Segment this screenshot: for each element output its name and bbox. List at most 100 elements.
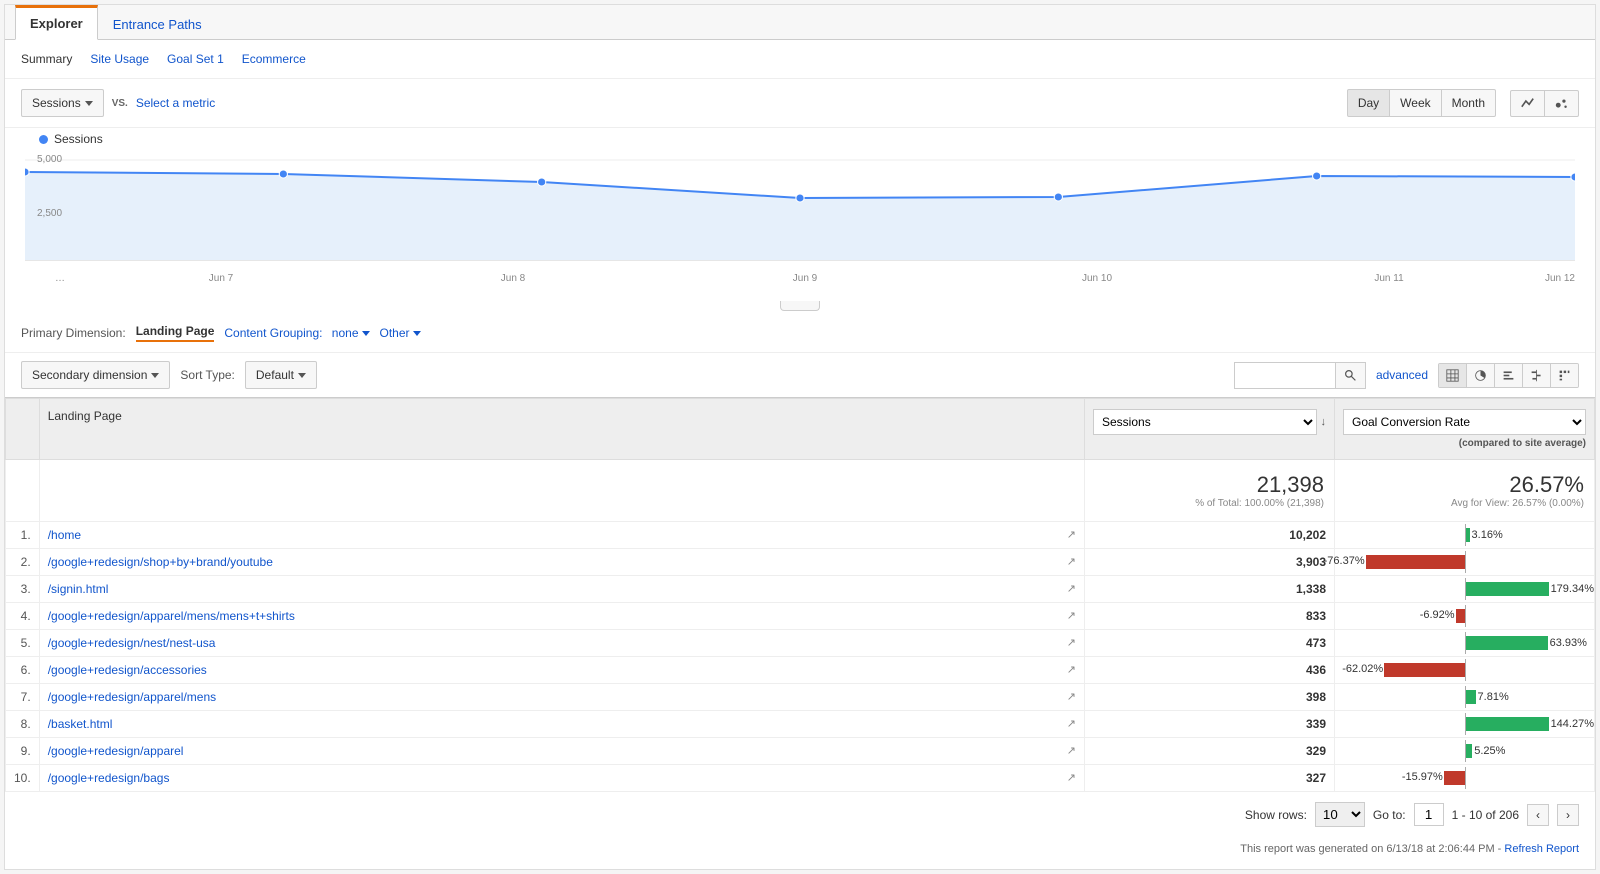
sort-desc-icon[interactable]: ↓ — [1321, 416, 1327, 428]
table-row: 4./google+redesign/apparel/mens/mens+t+s… — [6, 603, 1595, 630]
external-link-icon[interactable]: ↗ — [1067, 771, 1076, 784]
sessions-value: 329 — [1085, 738, 1335, 765]
landing-page-cell: /signin.html ↗ — [39, 576, 1084, 603]
bar-value-label: 144.27% — [1549, 718, 1594, 730]
show-rows-label: Show rows: — [1245, 808, 1307, 822]
search-icon — [1344, 369, 1357, 382]
external-link-icon[interactable]: ↗ — [1067, 690, 1076, 703]
search-button[interactable] — [1335, 363, 1365, 388]
prev-page-button[interactable]: ‹ — [1527, 804, 1549, 826]
external-link-icon[interactable]: ↗ — [1067, 555, 1076, 568]
bar-value-label: -62.02% — [1342, 663, 1384, 675]
sessions-value: 10,202 — [1085, 522, 1335, 549]
view-pie[interactable] — [1466, 364, 1494, 387]
secondary-dimension-dropdown[interactable]: Secondary dimension — [21, 361, 170, 389]
sessions-metric-select[interactable]: Sessions — [1093, 409, 1317, 435]
subtab-ecommerce[interactable]: Ecommerce — [242, 52, 306, 66]
col-header-landing-page[interactable]: Landing Page — [39, 399, 1084, 460]
landing-page-cell: /google+redesign/apparel ↗ — [39, 738, 1084, 765]
chart-type-line[interactable] — [1510, 90, 1545, 117]
conversion-cell: 179.34% — [1335, 576, 1595, 603]
subtab-goal-set-1[interactable]: Goal Set 1 — [167, 52, 224, 66]
search-input[interactable] — [1235, 363, 1335, 388]
x-tick: Jun 7 — [75, 273, 367, 284]
chart-collapse-handle[interactable] — [5, 300, 1595, 314]
external-link-icon[interactable]: ↗ — [1067, 582, 1076, 595]
report-generated-row: This report was generated on 6/13/18 at … — [5, 837, 1595, 869]
refresh-report-link[interactable]: Refresh Report — [1504, 843, 1579, 855]
main-tabs: Explorer Entrance Paths — [5, 5, 1595, 40]
secondary-row: Secondary dimension Sort Type: Default a… — [5, 352, 1595, 398]
bar-value-label: 63.93% — [1548, 637, 1587, 649]
dim-other[interactable]: Other — [380, 326, 421, 340]
landing-page-link[interactable]: /google+redesign/accessories — [48, 663, 207, 677]
total-sessions-sub: % of Total: 100.00% (21,398) — [1095, 498, 1324, 509]
legend-dot-icon — [39, 135, 48, 144]
conversion-cell: 7.81% — [1335, 684, 1595, 711]
summary-conversion: 26.57% Avg for View: 26.57% (0.00%) — [1335, 460, 1595, 522]
negative-bar: -62.02% — [1384, 663, 1464, 677]
external-link-icon[interactable]: ↗ — [1067, 744, 1076, 757]
external-link-icon[interactable]: ↗ — [1067, 663, 1076, 676]
landing-page-link[interactable]: /google+redesign/apparel/mens — [48, 690, 216, 704]
tab-explorer[interactable]: Explorer — [15, 5, 98, 40]
conversion-metric-select[interactable]: Goal Conversion Rate — [1343, 409, 1586, 435]
view-table[interactable] — [1439, 364, 1466, 387]
content-grouping[interactable]: Content Grouping: none — [224, 326, 369, 340]
advanced-link[interactable]: advanced — [1376, 368, 1428, 382]
positive-bar — [1466, 690, 1476, 704]
granularity-week[interactable]: Week — [1389, 89, 1441, 117]
chart-type-motion[interactable] — [1544, 90, 1579, 117]
y-axis-5000: 5,000 — [37, 154, 62, 165]
pie-icon — [1474, 369, 1487, 382]
landing-page-link[interactable]: /google+redesign/nest/nest-usa — [48, 636, 216, 650]
bar-value-label: 7.81% — [1476, 691, 1509, 703]
landing-page-link[interactable]: /google+redesign/shop+by+brand/youtube — [48, 555, 273, 569]
view-pivot[interactable] — [1550, 364, 1578, 387]
landing-page-cell: /home ↗ — [39, 522, 1084, 549]
primary-dim-value[interactable]: Landing Page — [136, 324, 215, 342]
dimension-row: Primary Dimension: Landing Page Content … — [5, 314, 1595, 352]
bar-value-label: -76.37% — [1324, 555, 1366, 567]
show-rows-select[interactable]: 10 — [1315, 802, 1365, 827]
sub-tabs: Summary Site Usage Goal Set 1 Ecommerce — [5, 40, 1595, 79]
landing-page-cell: /google+redesign/shop+by+brand/youtube ↗ — [39, 549, 1084, 576]
bar-value-label: -15.97% — [1402, 771, 1444, 783]
goto-input[interactable] — [1414, 803, 1444, 826]
negative-bar: -15.97% — [1444, 771, 1465, 785]
external-link-icon[interactable]: ↗ — [1067, 717, 1076, 730]
row-number: 8. — [6, 711, 40, 738]
primary-dim-label: Primary Dimension: — [21, 326, 126, 340]
landing-page-cell: /basket.html ↗ — [39, 711, 1084, 738]
external-link-icon[interactable]: ↗ — [1067, 528, 1076, 541]
row-number: 9. — [6, 738, 40, 765]
table-row: 1./home↗10,2023.16% — [6, 522, 1595, 549]
select-second-metric[interactable]: Select a metric — [136, 96, 215, 110]
next-page-button[interactable]: › — [1557, 804, 1579, 826]
row-number: 5. — [6, 630, 40, 657]
subtab-summary[interactable]: Summary — [21, 52, 72, 66]
subtab-site-usage[interactable]: Site Usage — [90, 52, 149, 66]
metric-1-dropdown[interactable]: Sessions — [21, 89, 104, 117]
granularity-day[interactable]: Day — [1347, 89, 1390, 117]
external-link-icon[interactable]: ↗ — [1067, 636, 1076, 649]
positive-bar — [1466, 582, 1549, 596]
conversion-cell: -76.37% — [1335, 549, 1595, 576]
view-bar[interactable] — [1494, 364, 1522, 387]
page-range: 1 - 10 of 206 — [1452, 808, 1519, 822]
landing-page-cell: /google+redesign/nest/nest-usa ↗ — [39, 630, 1084, 657]
row-number: 10. — [6, 765, 40, 792]
tab-entrance-paths[interactable]: Entrance Paths — [98, 8, 217, 40]
landing-page-link[interactable]: /google+redesign/bags — [48, 771, 170, 785]
landing-page-link[interactable]: /basket.html — [48, 717, 113, 731]
view-comparison[interactable] — [1522, 364, 1550, 387]
landing-page-link[interactable]: /google+redesign/apparel/mens/mens+t+shi… — [48, 609, 295, 623]
line-chart[interactable]: 5,000 2,500 …Jun 7Jun 8Jun 9Jun 10Jun 11… — [25, 150, 1575, 300]
external-link-icon[interactable]: ↗ — [1067, 609, 1076, 622]
granularity-month[interactable]: Month — [1441, 89, 1496, 117]
landing-page-link[interactable]: /google+redesign/apparel — [48, 744, 184, 758]
sort-type-dropdown[interactable]: Default — [245, 361, 317, 389]
landing-page-link[interactable]: /home — [48, 528, 81, 542]
bar-value-label: 5.25% — [1472, 745, 1505, 757]
landing-page-link[interactable]: /signin.html — [48, 582, 109, 596]
